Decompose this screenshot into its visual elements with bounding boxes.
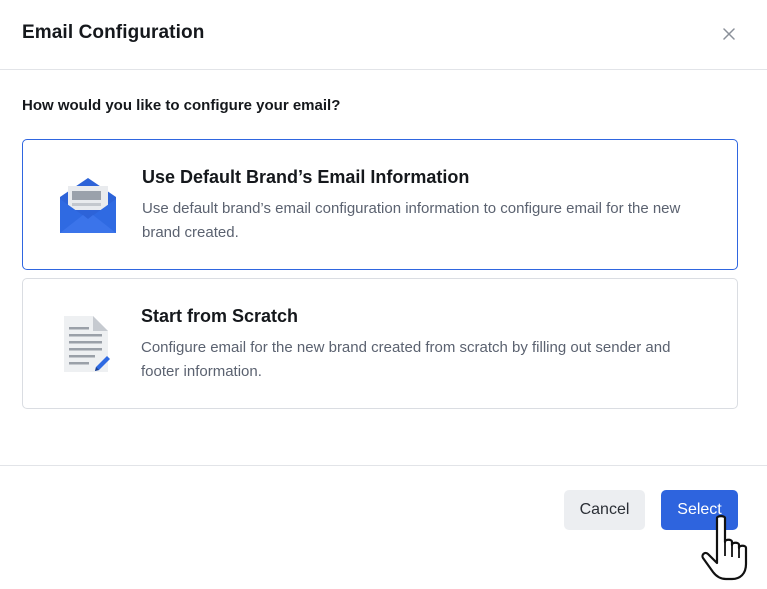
option-start-from-scratch[interactable]: Start from Scratch Configure email for t… [22, 278, 738, 409]
footer-divider [0, 465, 767, 466]
option-description: Configure email for the new brand create… [141, 339, 671, 380]
close-button[interactable] [719, 24, 739, 44]
envelope-icon [59, 177, 117, 240]
option-description: Use default brand’s email configuration … [142, 200, 681, 241]
dialog-header: Email Configuration [0, 0, 767, 70]
dialog-title: Email Configuration [22, 22, 205, 43]
email-configuration-dialog: Email Configuration How would you like t… [0, 0, 767, 589]
option-title: Use Default Brand’s Email Information [142, 167, 470, 187]
cancel-button[interactable]: Cancel [564, 490, 645, 530]
configuration-question: How would you like to configure your ema… [22, 97, 341, 114]
option-default-brand[interactable]: Use Default Brand’s Email Information Us… [22, 139, 738, 270]
close-icon [723, 28, 735, 40]
document-edit-icon [63, 315, 111, 380]
option-title: Start from Scratch [141, 306, 299, 326]
select-button[interactable]: Select [661, 490, 738, 530]
